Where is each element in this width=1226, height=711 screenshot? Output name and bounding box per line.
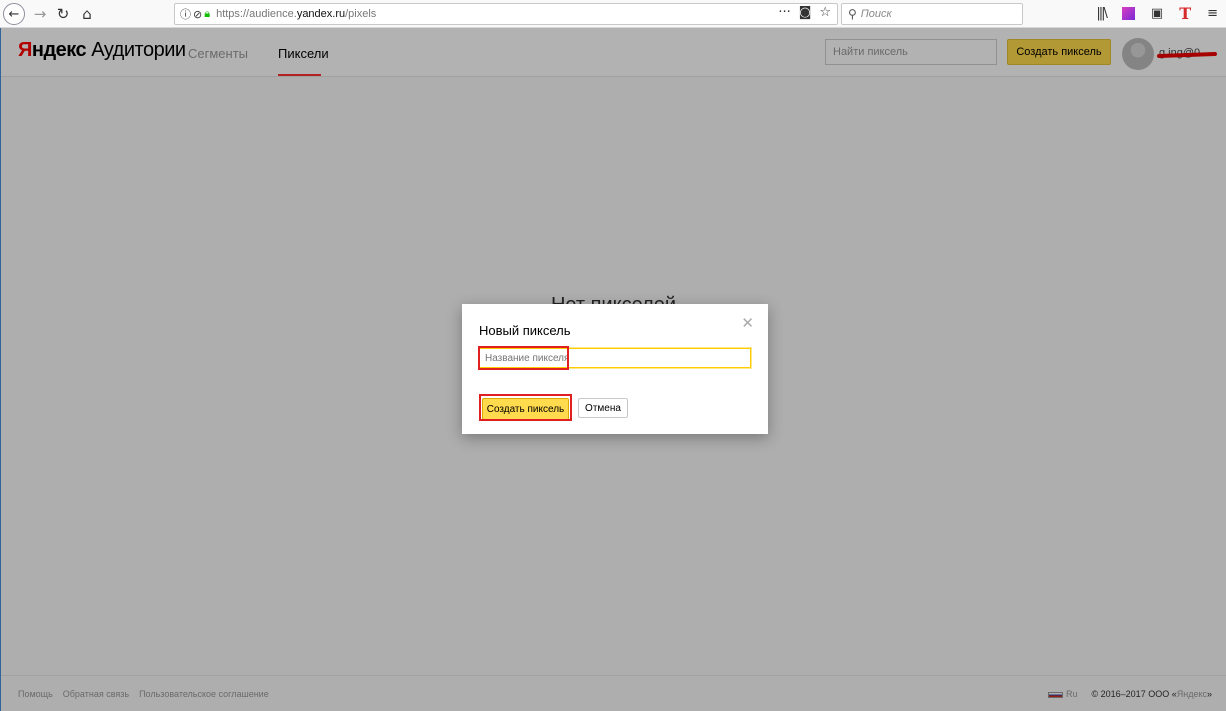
lock-icon[interactable]: 🔒︎: [204, 7, 210, 21]
address-bar[interactable]: ⓘ ⊘ 🔒︎ https://audience.yandex.ru/pixels…: [174, 3, 838, 25]
sidebar-icon[interactable]: ▣: [1151, 6, 1163, 21]
bookmark-star-icon[interactable]: ☆: [819, 5, 831, 20]
url-text: https://audience.yandex.ru/pixels: [216, 8, 377, 20]
more-icon[interactable]: ···: [778, 5, 790, 20]
reload-icon[interactable]: ↻: [54, 3, 72, 25]
menu-icon[interactable]: ≡: [1207, 6, 1218, 21]
forward-icon[interactable]: →: [31, 3, 49, 25]
search-icon: ⚲: [848, 7, 857, 21]
new-pixel-dialog: ✕ Новый пиксель Создать пиксель Отмена: [462, 304, 768, 434]
extension-icon[interactable]: [1121, 7, 1135, 20]
close-icon[interactable]: ✕: [741, 316, 754, 331]
dialog-title: Новый пиксель: [479, 323, 571, 338]
browser-search-input[interactable]: ⚲ Поиск: [841, 3, 1023, 25]
cancel-button[interactable]: Отмена: [578, 398, 628, 418]
input-highlight-box: [478, 346, 569, 370]
info-icon[interactable]: ⓘ: [180, 6, 191, 22]
browser-toolbar: ← → ↻ ⌂ ⓘ ⊘ 🔒︎ https://audience.yandex.r…: [0, 0, 1226, 28]
tracking-icon[interactable]: ⊘: [193, 8, 202, 21]
library-icon[interactable]: |||\: [1096, 6, 1107, 21]
home-icon[interactable]: ⌂: [78, 3, 96, 25]
t-icon[interactable]: T: [1179, 4, 1191, 23]
create-highlight-box: [479, 394, 572, 421]
pocket-icon[interactable]: ◙: [799, 5, 812, 20]
back-icon[interactable]: ←: [3, 3, 25, 25]
